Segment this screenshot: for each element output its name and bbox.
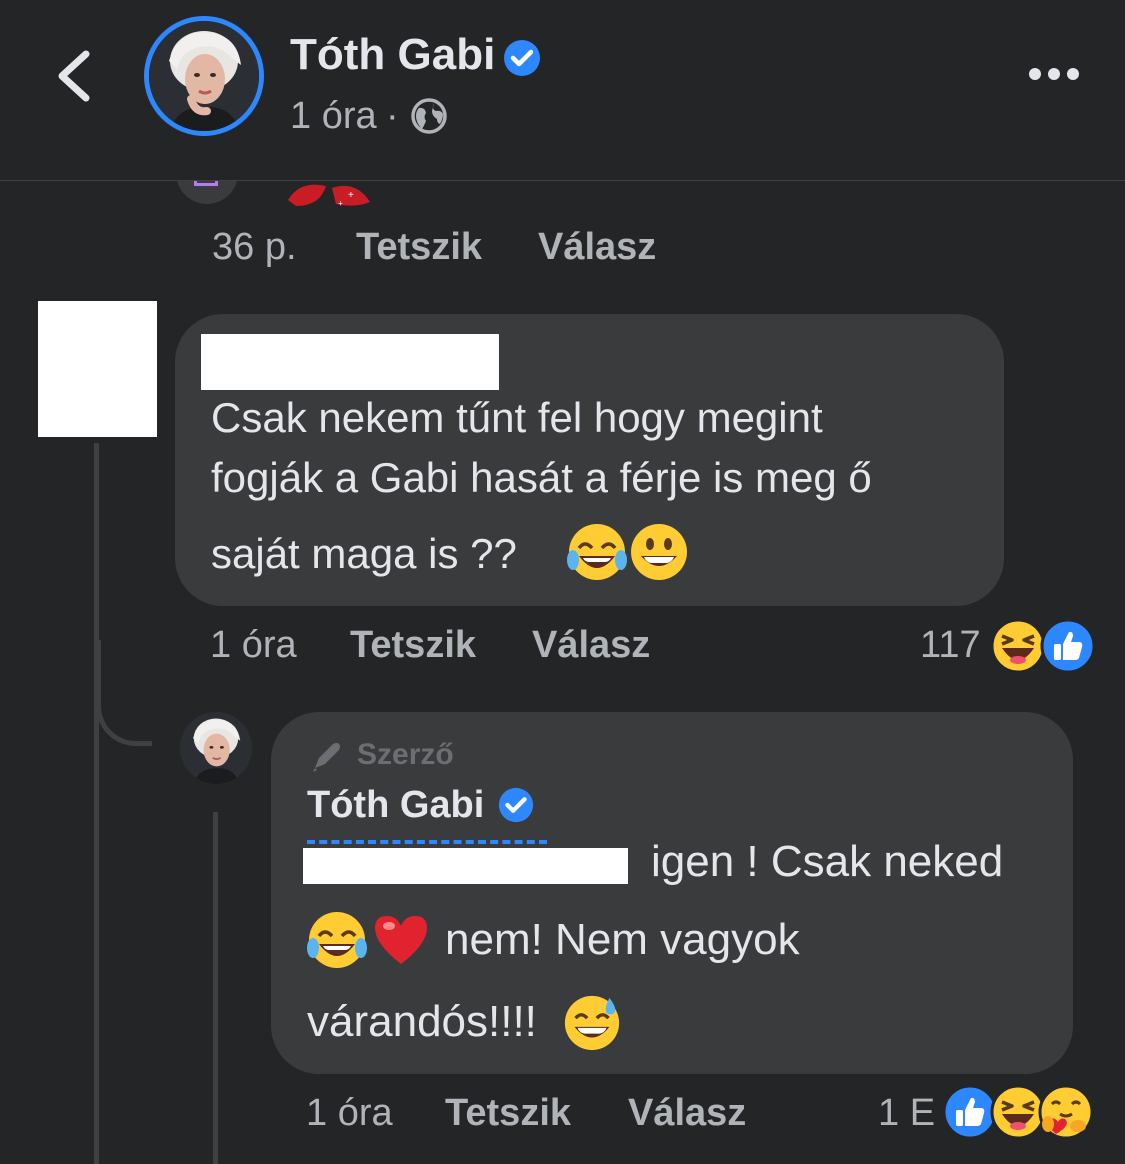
redacted-commenter-name bbox=[201, 334, 499, 390]
reply-text-line-1: igen ! Csak neked bbox=[651, 837, 1004, 886]
sweat-smile-emoji-icon bbox=[564, 995, 620, 1051]
redacted-mention bbox=[303, 848, 628, 884]
author-avatar[interactable] bbox=[144, 16, 264, 136]
comment-bubble: Csak nekem tűnt fel hogy megint fogják a… bbox=[175, 314, 1004, 606]
author-badge: Szerző bbox=[357, 738, 454, 771]
like-reaction-icon bbox=[1040, 618, 1096, 674]
like-button[interactable]: Tetszik bbox=[350, 624, 476, 667]
care-reaction-icon bbox=[1038, 1084, 1094, 1140]
reply-button[interactable]: Válasz bbox=[538, 226, 656, 269]
avatar-portrait-icon bbox=[149, 21, 259, 131]
svg-text:+: + bbox=[348, 190, 354, 201]
pen-icon bbox=[313, 743, 340, 772]
reply-time: 1 óra bbox=[306, 1092, 393, 1134]
globe-icon bbox=[411, 98, 447, 134]
comment-time: 1 óra bbox=[210, 624, 297, 666]
reply-text-line-3: várandós!!!! bbox=[307, 997, 537, 1046]
post-header: Tóth Gabi 1 óra · bbox=[0, 0, 1125, 181]
redacted-commenter-avatar bbox=[38, 301, 157, 437]
comment-time: 36 p. bbox=[212, 226, 297, 268]
sparkle-emoji-icon: + + bbox=[288, 184, 370, 208]
author-name[interactable]: Tóth Gabi bbox=[290, 30, 495, 80]
thread-line bbox=[94, 443, 99, 1164]
separator-dot: · bbox=[386, 95, 399, 137]
like-button[interactable]: Tetszik bbox=[445, 1092, 571, 1135]
like-button[interactable]: Tetszik bbox=[356, 226, 482, 269]
reply-text-line-2: nem! Nem vagyok bbox=[445, 915, 800, 964]
post-time: 1 óra bbox=[290, 95, 377, 137]
tears-of-joy-emoji-icon bbox=[567, 524, 627, 580]
red-heart-icon bbox=[375, 916, 427, 964]
reply-button[interactable]: Válasz bbox=[628, 1092, 746, 1135]
reaction-count[interactable]: 1 E bbox=[878, 1092, 935, 1135]
reply-author-avatar[interactable] bbox=[180, 712, 252, 784]
verified-badge-icon bbox=[498, 787, 534, 823]
reply-thread-line bbox=[213, 812, 218, 1164]
haha-reaction-icon bbox=[990, 618, 1046, 674]
tears-of-joy-emoji-icon bbox=[307, 912, 367, 968]
avatar-portrait-icon bbox=[180, 712, 252, 784]
reply-button[interactable]: Válasz bbox=[532, 624, 650, 667]
more-options-icon[interactable] bbox=[1028, 60, 1080, 88]
grinning-emoji-icon bbox=[631, 524, 687, 580]
svg-text:+: + bbox=[338, 199, 343, 208]
comment-text-line-1: Csak nekem tűnt fel hogy megint bbox=[211, 394, 823, 441]
reply-author-name[interactable]: Tóth Gabi bbox=[307, 784, 484, 827]
comment-text-line-2: fogják a Gabi hasát a férje is meg ő bbox=[211, 454, 872, 501]
comment-text-line-3: saját maga is ?? bbox=[211, 530, 517, 577]
reply-bubble: Szerző Tóth Gabi igen ! Csak neked nem! … bbox=[271, 712, 1073, 1074]
thread-connector bbox=[96, 640, 152, 746]
reaction-count[interactable]: 117 bbox=[920, 624, 981, 667]
verified-badge-icon bbox=[504, 40, 540, 76]
back-arrow-icon[interactable] bbox=[50, 48, 100, 104]
